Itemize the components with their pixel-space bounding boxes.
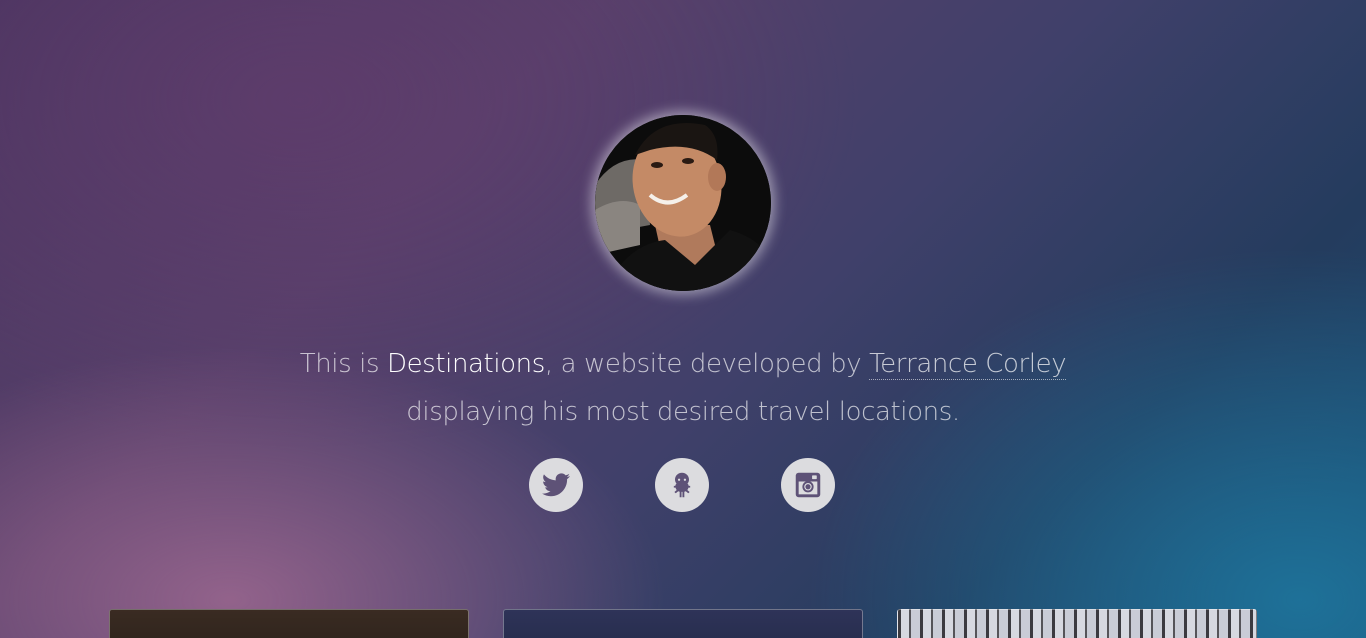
instagram-icon: [795, 472, 821, 498]
intro-text: This is Destinations, a website develope…: [233, 340, 1133, 436]
github-button[interactable]: [655, 458, 709, 512]
twitter-icon: [542, 473, 570, 497]
instagram-button[interactable]: [781, 458, 835, 512]
intro-prefix: This is: [299, 349, 387, 379]
author-link[interactable]: Terrance Corley: [869, 349, 1067, 380]
profile-avatar: [595, 115, 771, 291]
destination-card[interactable]: [503, 609, 863, 638]
site-name: Destinations: [386, 349, 545, 379]
intro-line2: displaying his most desired travel locat…: [406, 397, 960, 427]
twitter-button[interactable]: [529, 458, 583, 512]
destination-card[interactable]: [897, 609, 1257, 638]
github-icon: [673, 472, 691, 498]
destination-card[interactable]: [109, 609, 469, 638]
intro-middle: , a website developed by: [544, 349, 870, 379]
avatar-photo: [595, 115, 771, 291]
